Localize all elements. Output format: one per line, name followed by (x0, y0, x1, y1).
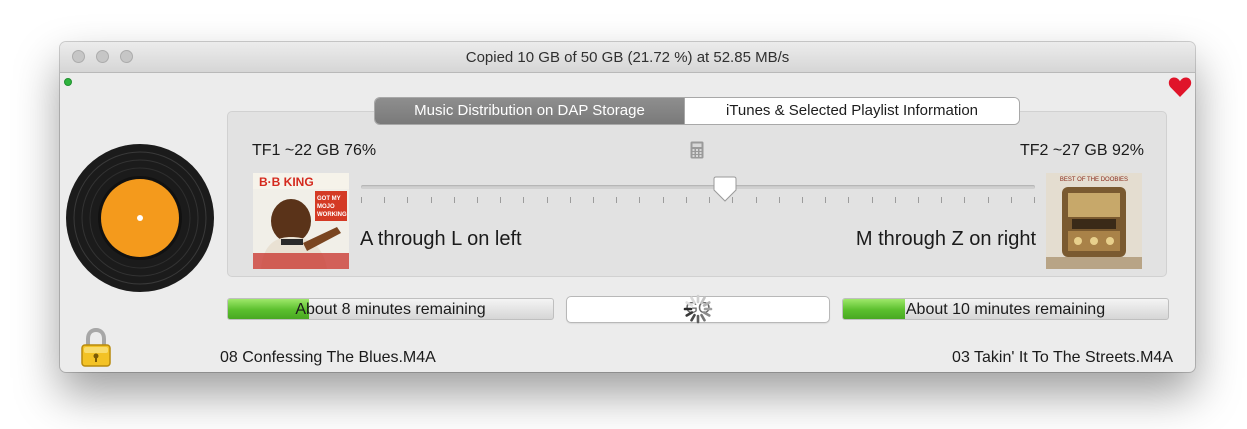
slider-tick (686, 197, 687, 203)
slider-tick (547, 197, 548, 203)
go-button[interactable]: GO (566, 294, 830, 324)
slider-tick (872, 197, 873, 203)
left-range-label: A through L on left (360, 228, 522, 250)
slider-tick (361, 197, 362, 203)
left-card-label: TF1 ~22 GB 76% (252, 142, 377, 159)
slider-tick (964, 197, 965, 203)
slider-tick (639, 197, 640, 203)
slider-tick (663, 197, 664, 203)
tab-bar: Music Distribution on DAP Storage iTunes… (375, 98, 1019, 124)
album-art-right: BEST OF THE DOOBIES (1046, 173, 1142, 269)
window-title: Copied 10 GB of 50 GB (21.72 %) at 52.85… (465, 49, 790, 66)
slider-ticks (361, 197, 1035, 203)
slider-tick (431, 197, 432, 203)
calculator-icon[interactable] (690, 141, 704, 159)
slider-tick (709, 197, 710, 203)
slider-tick (848, 197, 849, 203)
slider-tick (1034, 197, 1035, 203)
album-art-left: B·B KING GOT MY MOJO WORKING (253, 173, 349, 269)
tab-music-distribution[interactable]: Music Distribution on DAP Storage (375, 98, 684, 124)
slider-tick (593, 197, 594, 203)
title-bar[interactable]: Copied 10 GB of 50 GB (21.72 %) at 52.85… (60, 42, 1195, 73)
album-left-sub-3: WORKING (317, 212, 347, 218)
padlock-icon[interactable] (79, 328, 113, 368)
distribution-panel (227, 111, 1167, 277)
slider-tick (570, 197, 571, 203)
slider-tick (1011, 197, 1012, 203)
slider-tick (523, 197, 524, 203)
right-current-file: 03 Takin' It To The Streets.M4A (952, 349, 1173, 366)
slider-tick (477, 197, 478, 203)
heart-icon[interactable] (1168, 75, 1192, 99)
distribution-slider-track[interactable] (361, 185, 1035, 189)
tab-itunes-playlist-info[interactable]: iTunes & Selected Playlist Information (684, 98, 1019, 124)
slider-tick (988, 197, 989, 203)
slider-tick (941, 197, 942, 203)
right-range-label: M through Z on right (855, 228, 1036, 250)
distribution-slider-thumb[interactable] (713, 175, 737, 203)
right-card-label: TF2 ~27 GB 92% (1019, 142, 1144, 159)
slider-tick (779, 197, 780, 203)
vinyl-record-icon (66, 144, 214, 292)
album-left-artist: B·B KING (259, 175, 314, 189)
slider-tick (407, 197, 408, 203)
green-status-dot-icon (64, 78, 72, 86)
left-progress-bar: About 8 minutes remaining (227, 298, 554, 320)
slider-tick (756, 197, 757, 203)
right-progress-bar: About 10 minutes remaining (842, 298, 1169, 320)
slider-tick (500, 197, 501, 203)
slider-tick (895, 197, 896, 203)
busy-spinner-icon (683, 294, 713, 324)
slider-tick (616, 197, 617, 203)
slider-tick (454, 197, 455, 203)
slider-tick (384, 197, 385, 203)
main-window: Copied 10 GB of 50 GB (21.72 %) at 52.85… (60, 42, 1195, 372)
album-left-sub-1: GOT MY (317, 196, 341, 202)
right-progress-label: About 10 minutes remaining (905, 301, 1106, 318)
slider-tick (825, 197, 826, 203)
album-left-sub-2: MOJO (317, 204, 335, 210)
left-progress-label: About 8 minutes remaining (295, 301, 486, 318)
album-right-title: BEST OF THE DOOBIES (1060, 177, 1128, 183)
left-current-file: 08 Confessing The Blues.M4A (220, 349, 436, 366)
slider-tick (802, 197, 803, 203)
slider-tick (918, 197, 919, 203)
